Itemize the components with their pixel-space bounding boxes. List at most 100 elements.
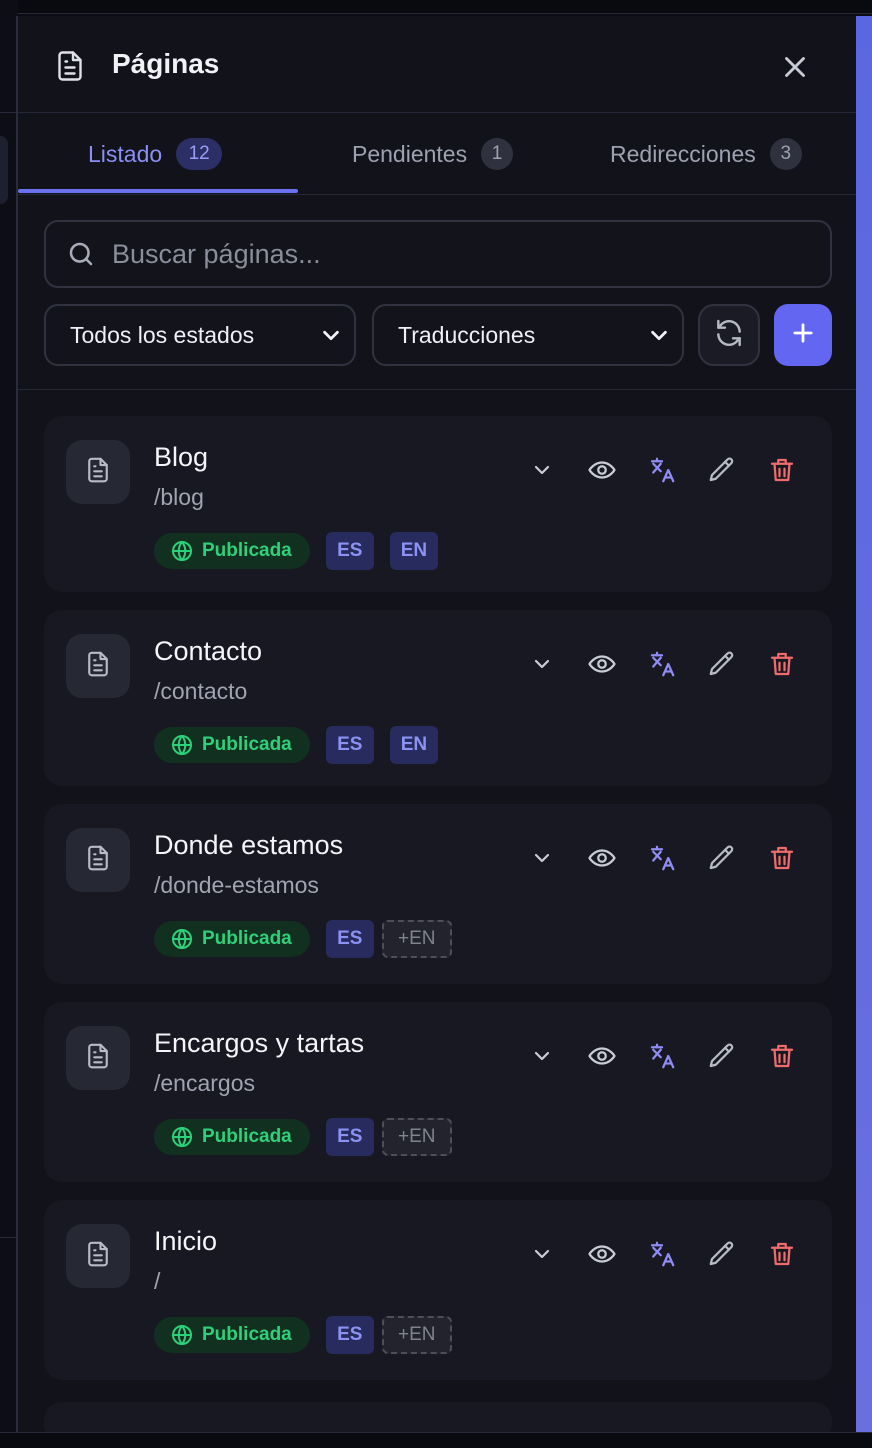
eye-icon[interactable]	[584, 646, 620, 682]
translate-icon[interactable]	[644, 840, 680, 876]
language-badge: EN	[389, 726, 439, 764]
page-actions	[524, 1236, 824, 1272]
plus-icon	[789, 319, 817, 352]
list-item	[44, 1402, 832, 1432]
refresh-button[interactable]	[698, 304, 760, 366]
tab-listado[interactable]: Listado 12	[88, 113, 223, 195]
divider	[0, 112, 16, 113]
globe-icon	[170, 733, 194, 757]
status-badge: Publicada	[154, 921, 310, 957]
page-slug: /encargos	[154, 1070, 256, 1096]
pages-panel: Páginas Listado 12 Pendientes 1 Redirecc…	[16, 16, 856, 1432]
status-label: Publicada	[202, 928, 292, 949]
list-item[interactable]: Blog /blog Publicada ES EN	[44, 416, 832, 592]
chevron-down-icon[interactable]	[524, 1038, 560, 1074]
page-title: Páginas	[112, 48, 220, 79]
trash-icon[interactable]	[764, 452, 800, 488]
translate-icon[interactable]	[644, 1236, 680, 1272]
chevron-down-icon	[648, 324, 670, 346]
translate-icon[interactable]	[644, 1038, 680, 1074]
chevron-down-icon[interactable]	[524, 1236, 560, 1272]
page-name: Contacto	[154, 636, 263, 666]
language-badge: ES	[325, 726, 374, 764]
page-thumbnail	[66, 828, 130, 892]
add-language-badge[interactable]: +EN	[381, 1118, 452, 1156]
tab-label: Redirecciones	[610, 140, 756, 167]
list-item[interactable]: Inicio / Publicada ES +EN	[44, 1200, 832, 1380]
page-thumbnail	[66, 634, 130, 698]
globe-icon	[170, 927, 194, 951]
page-thumbnail	[66, 1224, 130, 1288]
pencil-icon[interactable]	[704, 1236, 740, 1272]
accent-strip	[856, 16, 872, 1432]
status-label: Publicada	[202, 1324, 292, 1345]
page-actions	[524, 1038, 824, 1074]
pencil-icon[interactable]	[704, 646, 740, 682]
page-badges: Publicada ES +EN	[154, 920, 452, 958]
page-actions	[524, 452, 824, 488]
status-filter-select[interactable]: Todos los estados	[44, 304, 356, 366]
chevron-down-icon	[320, 324, 342, 346]
divider	[0, 1237, 16, 1238]
pencil-icon[interactable]	[704, 1038, 740, 1074]
list-item[interactable]: Encargos y tartas /encargos Publicada ES…	[44, 1002, 832, 1182]
document-icon	[83, 843, 113, 878]
trash-icon[interactable]	[764, 840, 800, 876]
list-item[interactable]: Donde estamos /donde-estamos Publicada E…	[44, 804, 832, 984]
globe-icon	[170, 1125, 194, 1149]
tab-bar: Listado 12 Pendientes 1 Redirecciones 3	[18, 113, 856, 195]
search-input[interactable]	[112, 222, 830, 286]
tab-count-badge: 1	[481, 138, 514, 170]
page-badges: Publicada ES +EN	[154, 1316, 452, 1354]
status-badge: Publicada	[154, 1119, 310, 1155]
page-slug: /blog	[154, 484, 204, 510]
globe-icon	[170, 539, 194, 563]
status-filter-value: Todos los estados	[70, 321, 255, 348]
language-badge: ES	[325, 1316, 374, 1354]
translations-filter-select[interactable]: Traducciones	[372, 304, 684, 366]
page-badges: Publicada ES +EN	[154, 1118, 452, 1156]
language-badge: ES	[325, 532, 374, 570]
language-badge: EN	[389, 532, 439, 570]
page-slug: /contacto	[154, 678, 248, 704]
trash-icon[interactable]	[764, 646, 800, 682]
status-badge: Publicada	[154, 727, 310, 763]
tab-redirecciones[interactable]: Redirecciones 3	[610, 113, 802, 195]
eye-icon[interactable]	[584, 1038, 620, 1074]
eye-icon[interactable]	[584, 452, 620, 488]
refresh-icon	[713, 317, 745, 354]
page-badges: Publicada ES EN	[154, 726, 439, 764]
panel-header: Páginas	[18, 16, 856, 113]
add-page-button[interactable]	[774, 304, 832, 366]
page-slug: /donde-estamos	[154, 872, 319, 898]
globe-icon	[170, 1323, 194, 1347]
close-icon[interactable]	[778, 50, 812, 84]
page-thumbnail	[66, 1026, 130, 1090]
eye-icon[interactable]	[584, 1236, 620, 1272]
status-label: Publicada	[202, 540, 292, 561]
background-tab-edge	[0, 136, 8, 204]
trash-icon[interactable]	[764, 1038, 800, 1074]
status-label: Publicada	[202, 734, 292, 755]
trash-icon[interactable]	[764, 1236, 800, 1272]
chevron-down-icon[interactable]	[524, 452, 560, 488]
pencil-icon[interactable]	[704, 452, 740, 488]
add-language-badge[interactable]: +EN	[381, 920, 452, 958]
page-badges: Publicada ES EN	[154, 532, 439, 570]
chevron-down-icon[interactable]	[524, 646, 560, 682]
add-language-badge[interactable]: +EN	[381, 1316, 452, 1354]
app-bottom-bar	[0, 1432, 872, 1448]
language-badge: ES	[325, 920, 374, 958]
search-icon	[66, 239, 96, 269]
list-item[interactable]: Contacto /contacto Publicada ES EN	[44, 610, 832, 786]
tab-pendientes[interactable]: Pendientes 1	[352, 113, 514, 195]
document-icon	[52, 46, 88, 86]
page-name: Donde estamos	[154, 830, 344, 860]
translate-icon[interactable]	[644, 452, 680, 488]
eye-icon[interactable]	[584, 840, 620, 876]
page-slug: /	[154, 1268, 161, 1294]
pencil-icon[interactable]	[704, 840, 740, 876]
search-box	[44, 220, 832, 288]
chevron-down-icon[interactable]	[524, 840, 560, 876]
translate-icon[interactable]	[644, 646, 680, 682]
